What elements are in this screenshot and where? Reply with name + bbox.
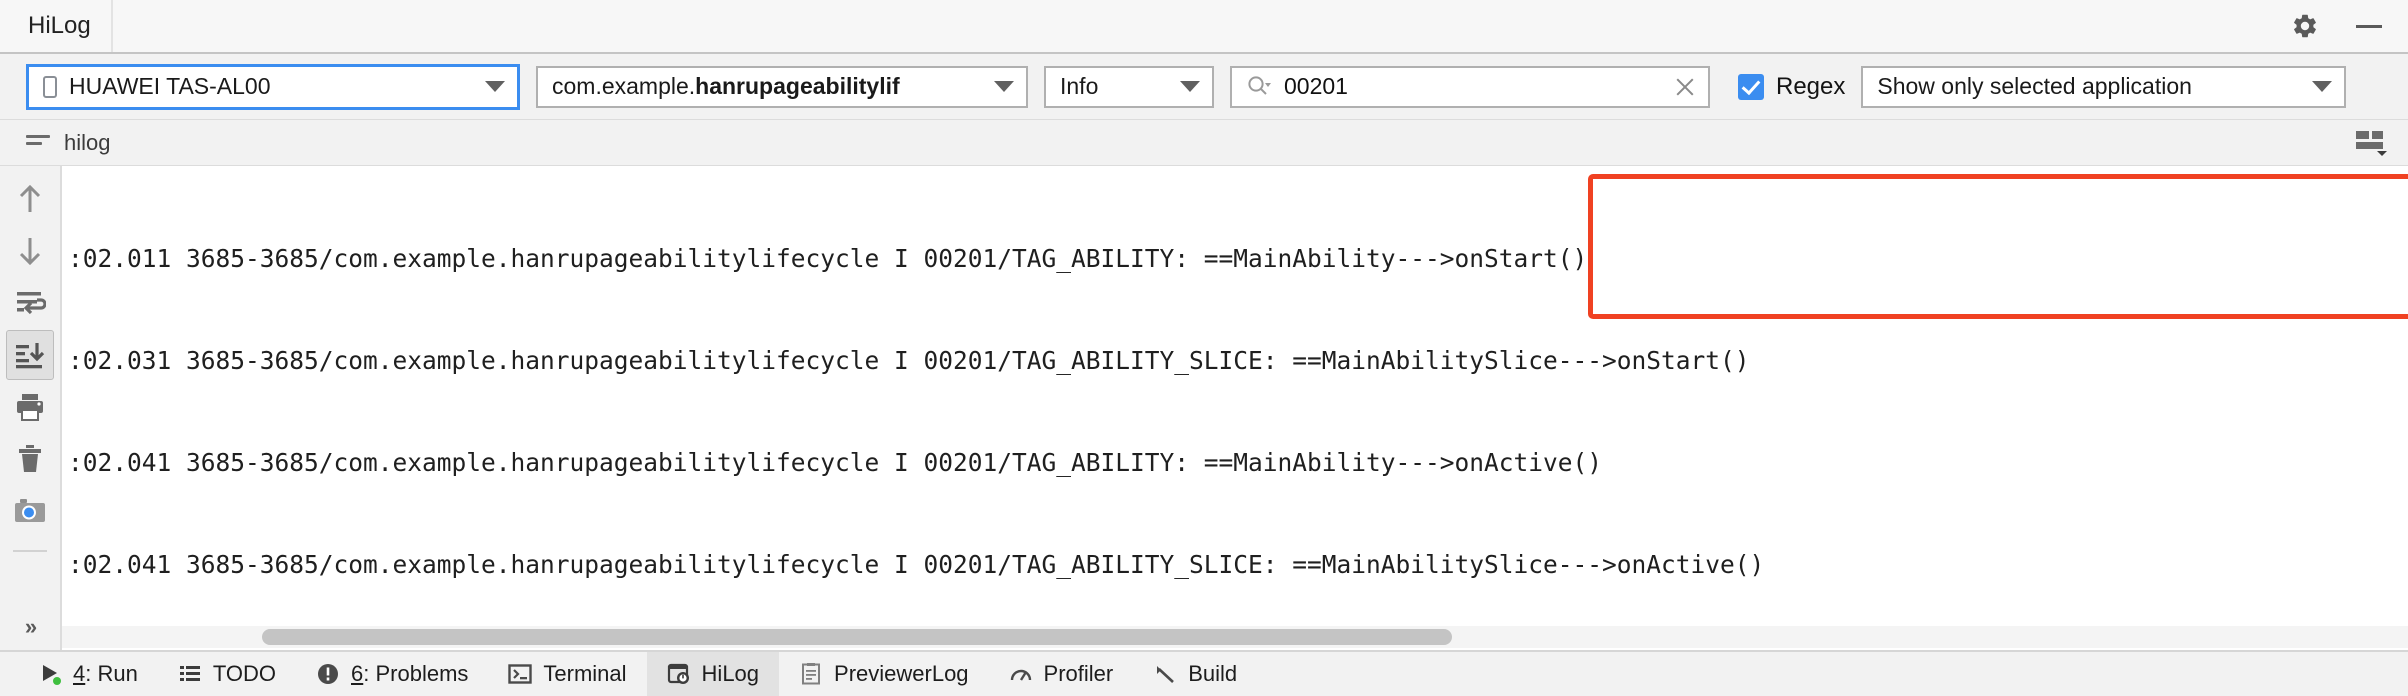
window-title-tab[interactable]: HiLog [0, 0, 113, 52]
chevron-down-icon [485, 81, 505, 92]
bottom-tool-window-bar: 4: Run TODO 6: Problems Terminal HiLog P… [0, 650, 2408, 696]
tab-problems[interactable]: 6: Problems [296, 652, 488, 696]
chevron-down-icon [2312, 81, 2333, 92]
tab-hilog-label: HiLog [701, 661, 760, 686]
tab-hilog[interactable]: HiLog [646, 652, 780, 696]
soft-wrap-icon[interactable] [6, 278, 54, 328]
camera-icon[interactable] [6, 486, 54, 536]
device-selector[interactable]: HUAWEI TAS-AL00 [26, 63, 520, 110]
profiler-icon [1010, 669, 1031, 681]
chevron-down-icon [994, 81, 1014, 92]
problems-icon [318, 664, 338, 684]
log-line: :02.011 3685-3685/com.example.hanrupagea… [68, 244, 1588, 273]
search-input[interactable] [1284, 73, 1660, 100]
regex-checkbox[interactable]: Regex [1738, 73, 1845, 101]
settings-button[interactable] [2288, 9, 2322, 43]
hilog-icon [667, 663, 689, 684]
horizontal-scrollbar-thumb[interactable] [262, 629, 1452, 645]
log-line: :02.031 3685-3685/com.example.hanrupagea… [68, 346, 1750, 375]
scroll-up-icon[interactable] [6, 174, 54, 224]
log-line: :02.041 3685-3685/com.example.hanrupagea… [68, 448, 1603, 477]
chevron-down-icon [1180, 81, 1200, 92]
previewerlog-icon [802, 663, 821, 685]
minimize-icon [2356, 24, 2382, 28]
package-selector-value: com.example.hanrupageabilitylif [552, 73, 900, 99]
tab-build[interactable]: Build [1133, 652, 1257, 696]
log-level-value: Info [1060, 73, 1099, 99]
print-icon[interactable] [6, 382, 54, 432]
close-icon[interactable] [1672, 74, 1698, 100]
window-title: HiLog [28, 12, 91, 39]
log-gutter-toolbar: » [0, 166, 62, 650]
log-level-selector[interactable]: Info [1044, 65, 1214, 108]
hilog-window: HiLog HUAWEI TAS-AL00 com.example.hanrup… [0, 0, 2408, 696]
log-lines: :02.011 3685-3685/com.example.hanrupagea… [62, 166, 2408, 626]
lines-icon [26, 134, 50, 151]
horizontal-scrollbar[interactable] [62, 626, 2408, 648]
filter-toolbar: HUAWEI TAS-AL00 com.example.hanrupageabi… [0, 54, 2408, 120]
run-icon [43, 665, 61, 685]
phone-icon [43, 75, 57, 98]
minimize-button[interactable] [2352, 9, 2386, 43]
tab-terminal[interactable]: Terminal [488, 652, 646, 696]
package-selector[interactable]: com.example.hanrupageabilitylif [536, 65, 1028, 108]
tab-previewerlog[interactable]: PreviewerLog [779, 652, 989, 696]
device-selector-value: HUAWEI TAS-AL00 [69, 73, 271, 99]
hilog-source-label: hilog [64, 129, 111, 155]
log-output-area[interactable]: :02.011 3685-3685/com.example.hanrupagea… [62, 166, 2408, 650]
search-box[interactable] [1230, 65, 1710, 108]
trash-icon[interactable] [6, 434, 54, 484]
tab-problems-label: 6: Problems [351, 661, 469, 686]
tab-terminal-label: Terminal [543, 661, 627, 686]
log-line: :02.041 3685-3685/com.example.hanrupagea… [68, 550, 1765, 579]
build-icon [1157, 666, 1175, 683]
scroll-down-icon[interactable] [6, 226, 54, 276]
tab-todo[interactable]: TODO [158, 652, 296, 696]
column-settings-icon[interactable] [2354, 130, 2388, 156]
tab-profiler[interactable]: Profiler [989, 652, 1134, 696]
app-filter-value: Show only selected application [1877, 73, 2192, 99]
hilog-source-tab[interactable]: hilog [26, 130, 110, 156]
checkbox-checked-icon [1738, 73, 1764, 100]
title-bar: HiLog [0, 0, 2408, 54]
terminal-icon [508, 664, 533, 684]
tab-build-label: Build [1188, 661, 1238, 686]
title-tab-strip: HiLog [0, 0, 113, 52]
gutter-divider [13, 550, 47, 552]
title-bar-actions [2288, 0, 2386, 52]
tab-run-label: 4: Run [73, 661, 138, 686]
todo-icon [179, 666, 200, 681]
regex-label: Regex [1776, 72, 1846, 100]
search-icon [1246, 74, 1272, 100]
tab-previewerlog-label: PreviewerLog [834, 661, 969, 686]
log-source-bar: hilog [0, 120, 2408, 166]
scroll-to-end-icon[interactable] [6, 330, 54, 380]
tab-run[interactable]: 4: Run [18, 652, 158, 696]
app-filter-selector[interactable]: Show only selected application [1861, 65, 2347, 108]
log-body: » :02.011 3685-3685/com.example.hanrupag… [0, 166, 2408, 650]
tab-profiler-label: Profiler [1043, 661, 1114, 686]
tab-todo-label: TODO [212, 661, 276, 686]
expand-gutter-button[interactable]: » [0, 614, 60, 640]
gear-icon [2294, 14, 2316, 38]
